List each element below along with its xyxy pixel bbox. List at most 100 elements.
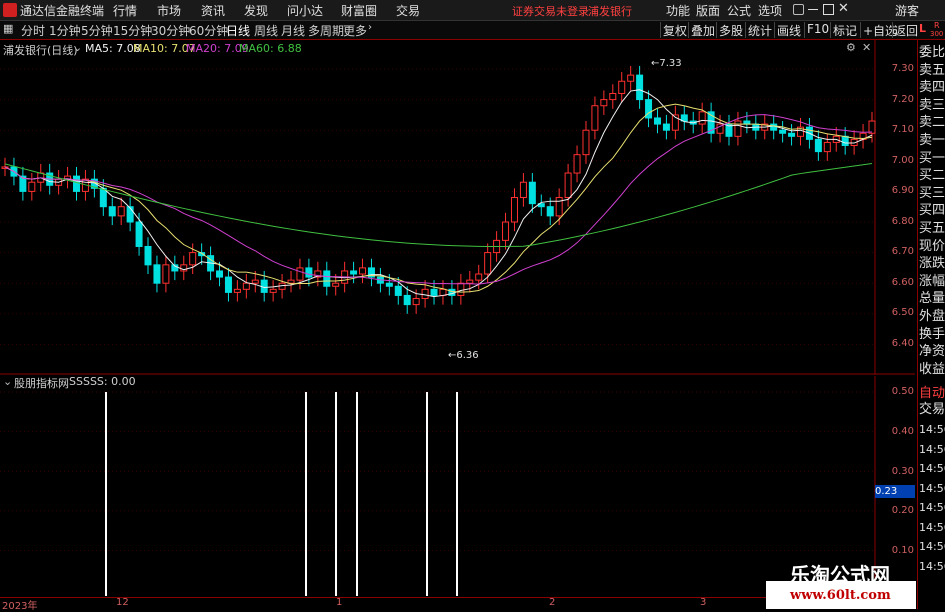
candle-body xyxy=(189,252,197,266)
ind-y-tick: 0.20 xyxy=(891,505,914,516)
candle-body xyxy=(528,181,536,205)
period-1min[interactable]: 1分钟 xyxy=(49,22,81,39)
side-item: 买四 xyxy=(919,203,945,219)
candle-body xyxy=(216,270,224,278)
indicator-value: SSSSS: 0.00 xyxy=(69,375,136,388)
toolbar-divider xyxy=(716,22,717,38)
side-badge-num: 300 xyxy=(930,30,944,38)
tick-time: 14:56 xyxy=(919,423,945,436)
date-label: 2023年 xyxy=(2,601,38,612)
candle-body xyxy=(609,92,617,101)
menu-gongshi[interactable]: 公式 xyxy=(727,2,751,19)
side-badge[interactable]: L xyxy=(919,22,926,35)
candle-body xyxy=(242,282,250,290)
period-multi[interactable]: 多周期 xyxy=(308,22,344,39)
candle-body xyxy=(28,181,36,192)
watermark-name: 乐淘公式网 xyxy=(790,563,890,587)
btn-biaoji[interactable]: 标记 xyxy=(833,22,857,39)
candle-body xyxy=(502,221,510,241)
candle-body xyxy=(618,80,626,94)
btn-f10[interactable]: F10 xyxy=(807,22,829,36)
trade-label[interactable]: 交易 xyxy=(919,403,945,417)
btn-fuquan[interactable]: 复权 xyxy=(663,22,687,39)
side-item: 外盘 xyxy=(919,309,945,324)
candle-body xyxy=(510,197,518,223)
side-item: 卖二 xyxy=(919,115,945,131)
candle-body xyxy=(153,264,161,284)
candle-body xyxy=(591,105,599,131)
stock-name-title: 浦发银行 xyxy=(588,5,632,18)
y-tick: 6.40 xyxy=(891,338,914,349)
menu-hangqing[interactable]: 行情 xyxy=(113,2,137,19)
indicator-collapse-icon[interactable]: ⌄ xyxy=(3,375,12,388)
ind-y-tick: 0.40 xyxy=(891,426,914,437)
candle-body xyxy=(582,129,590,156)
menu-zixun[interactable]: 资讯 xyxy=(201,2,225,19)
guest-label[interactable]: 游客 xyxy=(895,2,919,19)
minimize-icon[interactable] xyxy=(808,9,818,10)
settings-gear-icon[interactable]: ⚙ xyxy=(846,41,856,54)
menu-jiaoyi[interactable]: 交易 xyxy=(396,2,420,19)
period-weekly[interactable]: 周线 xyxy=(254,22,278,39)
candle-body xyxy=(653,117,661,125)
period-60min[interactable]: 60分钟 xyxy=(189,22,228,39)
btn-diejia[interactable]: 叠加 xyxy=(691,22,715,39)
menu-gongneng[interactable]: 功能 xyxy=(666,2,690,19)
ind-y-tick: 0.10 xyxy=(891,545,914,556)
side-item: 现价 xyxy=(919,238,945,254)
candle-body xyxy=(662,123,670,131)
period-daily[interactable]: 日线 xyxy=(226,22,250,39)
candle-body xyxy=(698,111,706,125)
y-tick: 6.70 xyxy=(891,246,914,257)
candle-body xyxy=(421,288,429,300)
tick-time: 14:56 xyxy=(919,481,945,495)
menu-faxian[interactable]: 发现 xyxy=(244,2,268,19)
high-price-value: 7.33 xyxy=(659,58,682,69)
toolbar-divider xyxy=(860,22,861,38)
menu-caifuquan[interactable]: 财富圈 xyxy=(341,2,377,19)
toolbar-grid-icon[interactable]: ▦ xyxy=(3,22,13,35)
menu-wenxiaoda[interactable]: 问小达 xyxy=(287,2,323,19)
candle-body xyxy=(296,267,304,281)
candle-body xyxy=(403,294,411,306)
period-5min[interactable]: 5分钟 xyxy=(81,22,113,39)
candle-body xyxy=(788,132,796,137)
toolbar-divider xyxy=(892,22,893,38)
candle-body xyxy=(162,264,170,284)
period-15min[interactable]: 15分钟 xyxy=(113,22,152,39)
kline-chart[interactable] xyxy=(0,40,915,375)
candle-body xyxy=(233,288,241,293)
side-item: 卖五 xyxy=(919,62,945,78)
skin-icon[interactable] xyxy=(793,4,804,15)
toolbar-divider xyxy=(745,22,746,38)
login-status[interactable]: 证券交易未登录 xyxy=(512,3,589,19)
collapse-icon[interactable]: ⌄ xyxy=(73,41,82,54)
chevron-right-icon[interactable]: › xyxy=(368,22,372,33)
candle-body xyxy=(636,74,644,101)
maximize-icon[interactable] xyxy=(823,4,834,15)
candle-body xyxy=(546,206,554,217)
menu-banmian[interactable]: 版面 xyxy=(696,2,720,19)
side-item: 买三 xyxy=(919,185,945,201)
indicator-chart[interactable] xyxy=(0,376,915,596)
close-icon[interactable]: ✕ xyxy=(838,1,849,16)
menu-shichang[interactable]: 市场 xyxy=(157,2,181,19)
period-more[interactable]: 更多 xyxy=(343,22,367,39)
ma20-line xyxy=(4,114,873,285)
menu-xuanxiang[interactable]: 选项 xyxy=(758,2,782,19)
auto-trade-label[interactable]: 自动 xyxy=(919,387,945,401)
ma10-line xyxy=(4,103,873,293)
date-label: 1 xyxy=(336,597,343,608)
candle-body xyxy=(734,120,742,137)
period-monthly[interactable]: 月线 xyxy=(281,22,305,39)
y-tick: 7.30 xyxy=(891,63,914,74)
btn-tongji[interactable]: 统计 xyxy=(748,22,772,39)
period-30min[interactable]: 30分钟 xyxy=(151,22,190,39)
period-fenshi[interactable]: 分时 xyxy=(21,22,45,39)
side-item: 卖三 xyxy=(919,97,945,113)
btn-duogu[interactable]: 多股 xyxy=(719,22,743,39)
btn-back[interactable]: 返回 xyxy=(894,22,918,39)
candle-body xyxy=(269,288,277,293)
btn-huaxian[interactable]: 画线 xyxy=(777,22,801,39)
panel-close-icon[interactable]: ✕ xyxy=(862,41,871,54)
